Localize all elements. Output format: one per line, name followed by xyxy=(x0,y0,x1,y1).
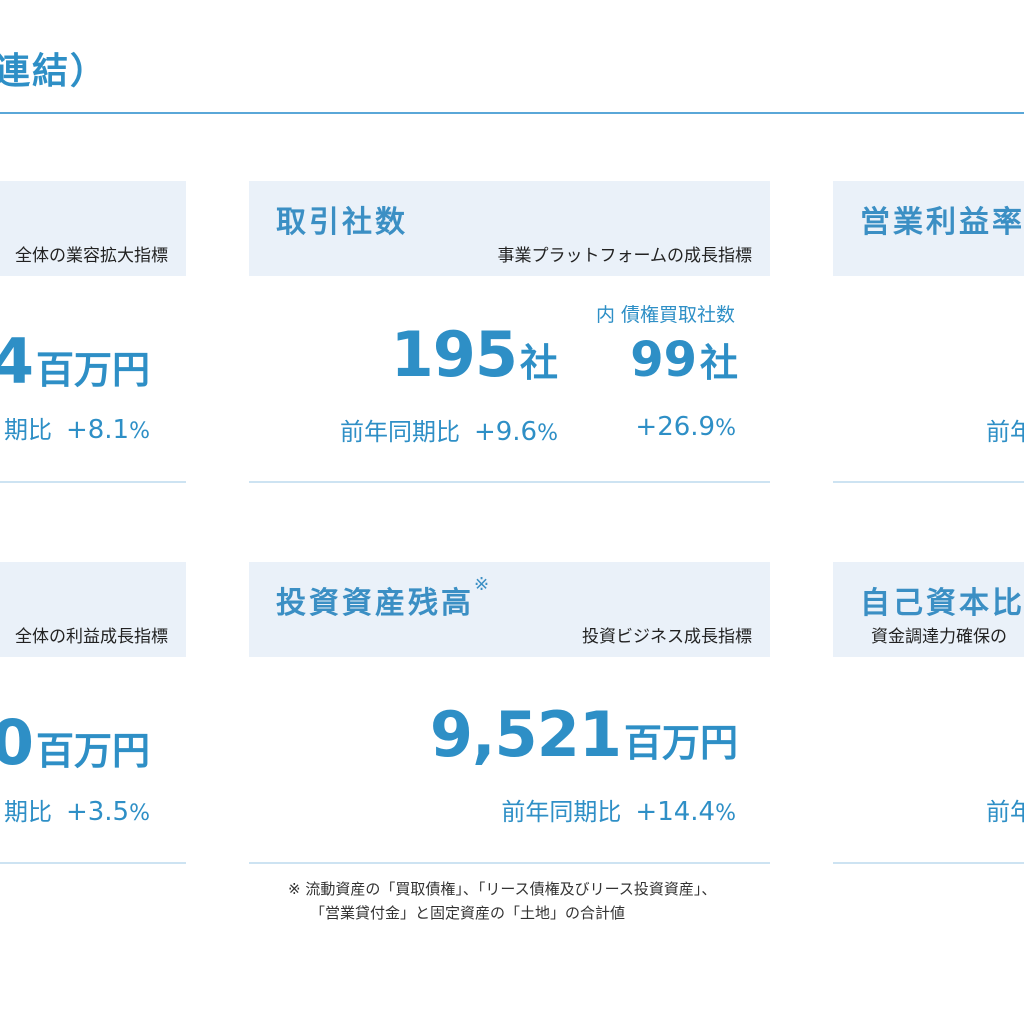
partners-inner-value-unit: 社 xyxy=(699,341,738,385)
page-title: 連結） xyxy=(0,51,109,92)
profit-card-subtitle: 全体の利益成長指標 xyxy=(15,627,168,647)
partners-card-divider xyxy=(249,481,770,483)
partners-change-pct: % xyxy=(537,421,558,446)
profit-change: +3.5 xyxy=(65,797,130,827)
sales-change-pct: % xyxy=(129,419,150,444)
partners-comparison: 前年同期比 +9.6% xyxy=(340,412,558,447)
profit-value: 0百万円 xyxy=(0,706,150,779)
sales-value: 4百万円 xyxy=(0,325,150,398)
partners-inner-comparison: +26.9% xyxy=(635,412,736,442)
investment-change: +14.4 xyxy=(635,797,716,827)
investment-comparison-label: 前年同期比 xyxy=(501,798,622,826)
equity-card-divider xyxy=(833,862,1024,864)
equity-comparison: 前年 xyxy=(986,792,1024,827)
partners-inner-change: +26.9 xyxy=(635,412,716,442)
profit-card-divider xyxy=(0,862,186,864)
investment-change-pct: % xyxy=(715,801,736,826)
investment-card-title-text: 投資資産残高 xyxy=(276,586,474,621)
margin-comparison-label: 前年 xyxy=(986,418,1024,446)
margin-comparison: 前年 xyxy=(986,412,1024,447)
partners-value-unit: 社 xyxy=(519,341,558,385)
sales-card-divider xyxy=(0,481,186,483)
footnote: ※ 流動資産の「買取債権」、「リース債権及びリース投資資産」、 「営業貸付金」と… xyxy=(288,877,716,925)
profit-comparison: 期比 +3.5% xyxy=(4,792,150,827)
equity-card-subtitle: 資金調達力確保の xyxy=(871,627,1007,647)
sales-card-header: 全体の業容拡大指標 xyxy=(0,181,186,276)
profit-value-unit: 百万円 xyxy=(35,729,150,773)
profit-card-header: 全体の利益成長指標 xyxy=(0,562,186,657)
profit-value-number: 0 xyxy=(0,706,34,779)
footnote-line-1: ※ 流動資産の「買取債権」、「リース債権及びリース投資資産」、 xyxy=(288,880,717,898)
equity-card-header: 自己資本比 資金調達力確保の xyxy=(833,562,1024,657)
equity-comparison-label: 前年 xyxy=(986,798,1024,826)
margin-card-header: 営業利益率 xyxy=(833,181,1024,276)
partners-inner-label: 内 債権買取社数 xyxy=(596,304,736,326)
sales-value-unit: 百万円 xyxy=(35,348,150,392)
title-divider xyxy=(0,112,1024,114)
sales-change: +8.1 xyxy=(65,415,130,445)
margin-card-divider xyxy=(833,481,1024,483)
equity-card-title: 自己資本比 xyxy=(860,586,1024,621)
partners-inner-change-pct: % xyxy=(715,416,736,441)
sales-card-subtitle: 全体の業容拡大指標 xyxy=(15,246,168,266)
investment-value: 9,521百万円 xyxy=(430,698,738,771)
margin-card-title: 営業利益率 xyxy=(860,205,1024,240)
sales-value-number: 4 xyxy=(0,325,34,398)
partners-card-title: 取引社数 xyxy=(276,205,408,240)
investment-card-title: 投資資産残高※ xyxy=(276,574,489,622)
investment-comparison: 前年同期比 +14.4% xyxy=(501,792,736,827)
footnote-line-2: 「営業貸付金」と固定資産の「土地」の合計値 xyxy=(310,904,626,922)
partners-card-subtitle: 事業プラットフォームの成長指標 xyxy=(497,246,753,266)
investment-card-title-mark: ※ xyxy=(474,574,490,595)
investment-value-number: 9,521 xyxy=(429,698,622,771)
investment-value-unit: 百万円 xyxy=(623,721,738,765)
investment-card-subtitle: 投資ビジネス成長指標 xyxy=(582,627,752,647)
investment-card-divider xyxy=(249,862,770,864)
partners-inner-value-number: 99 xyxy=(630,332,697,388)
partners-inner-value: 99社 xyxy=(630,332,738,388)
profit-comparison-label: 期比 xyxy=(3,798,52,826)
partners-card-header: 取引社数 事業プラットフォームの成長指標 xyxy=(249,181,770,276)
partners-value: 195社 xyxy=(391,318,558,391)
partners-comparison-label: 前年同期比 xyxy=(339,418,460,446)
partners-value-number: 195 xyxy=(390,318,518,391)
sales-comparison: 期比 +8.1% xyxy=(4,410,150,445)
sales-comparison-label: 期比 xyxy=(3,416,52,444)
investment-card-header: 投資資産残高※ 投資ビジネス成長指標 xyxy=(249,562,770,657)
partners-change: +9.6 xyxy=(473,417,538,447)
profit-change-pct: % xyxy=(129,801,150,826)
